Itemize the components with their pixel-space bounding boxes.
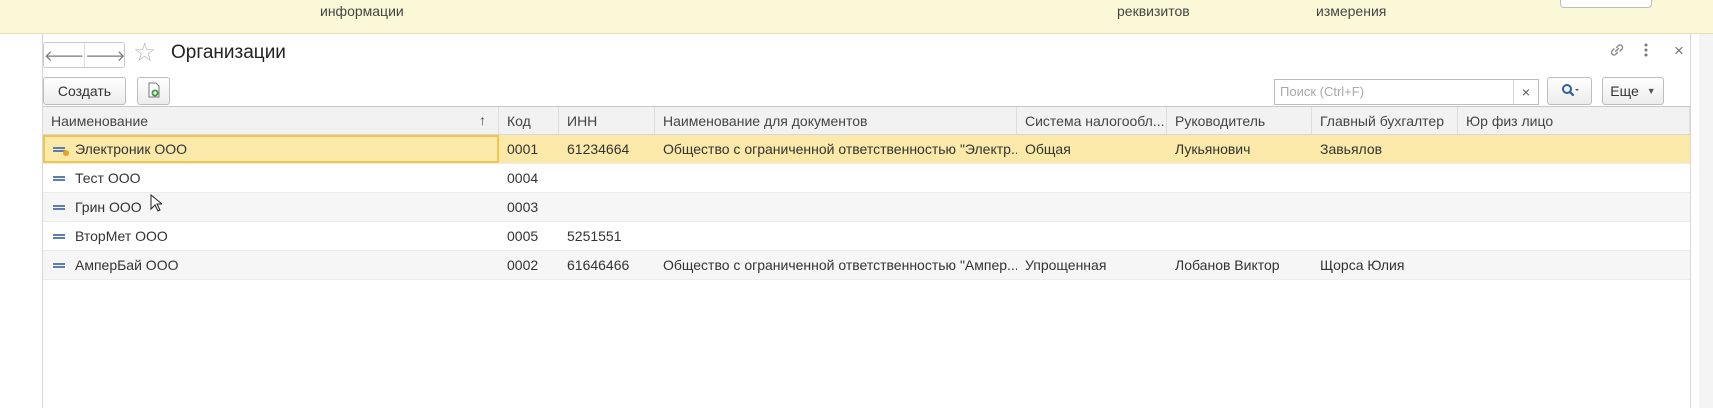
cell-legal-entity[interactable] [1458, 251, 1690, 279]
cell-name[interactable]: Грин ООО [43, 193, 499, 221]
cell-legal-entity[interactable] [1458, 222, 1690, 250]
cell-inn[interactable] [559, 193, 655, 221]
magnifier-icon [1561, 83, 1579, 100]
table-row[interactable]: ВторМет ООО 0005 5251551 [43, 222, 1690, 251]
cell-doc-name[interactable]: Общество с ограниченной ответственностью… [655, 135, 1017, 163]
cell-director[interactable] [1167, 193, 1312, 221]
organizations-window: 🡐 🡒 ☆ Организации × Создать × Еще ▼ [42, 34, 1691, 408]
outer-scrollbar[interactable] [1699, 34, 1713, 408]
more-button[interactable]: Еще ▼ [1602, 77, 1664, 105]
cell-tax-system[interactable] [1017, 222, 1167, 250]
star-icon[interactable]: ☆ [133, 39, 156, 65]
catalog-item-icon [53, 204, 65, 210]
cell-chief-accountant[interactable]: Завьялов [1312, 135, 1458, 163]
cell-doc-name[interactable] [655, 193, 1017, 221]
arrow-left-icon: 🡐 [44, 47, 85, 65]
cell-code[interactable]: 0003 [499, 193, 559, 221]
column-header-label: Наименование [51, 112, 149, 129]
cell-legal-entity[interactable] [1458, 164, 1690, 192]
cell-director[interactable]: Лобанов Виктор [1167, 251, 1312, 279]
cell-inn[interactable]: 61234664 [559, 135, 655, 163]
cell-legal-entity[interactable] [1458, 193, 1690, 221]
cell-name[interactable]: ВторМет ООО [43, 222, 499, 250]
back-button[interactable]: 🡐 [44, 43, 84, 67]
cell-doc-name[interactable] [655, 222, 1017, 250]
cell-doc-name[interactable]: Общество с ограниченной ответственностью… [655, 251, 1017, 279]
cell-code[interactable]: 0004 [499, 164, 559, 192]
create-group-button[interactable] [137, 77, 170, 105]
cell-director[interactable] [1167, 222, 1312, 250]
top-panel-label-requisites[interactable]: реквизитов [1117, 3, 1190, 19]
history-nav: 🡐 🡒 [43, 42, 125, 68]
cell-name-text: Грин ООО [75, 199, 142, 215]
cell-inn[interactable]: 5251551 [559, 222, 655, 250]
column-header-tax-system[interactable]: Система налогообл... [1017, 107, 1167, 134]
column-header-director[interactable]: Руководитель [1167, 107, 1312, 134]
column-header-legal-entity[interactable]: Юр физ лицо [1458, 107, 1690, 134]
cell-name[interactable]: Тест ООО [43, 164, 499, 192]
cell-name[interactable]: Электроник ООО [43, 135, 499, 163]
column-header-chief-accountant[interactable]: Главный бухгалтер [1312, 107, 1458, 134]
search-clear-button[interactable]: × [1513, 80, 1538, 104]
page-title: Организации [171, 42, 286, 63]
chevron-down-icon: ▼ [1646, 86, 1656, 96]
cell-tax-system[interactable] [1017, 164, 1167, 192]
cell-name-text: Электроник ООО [75, 141, 188, 157]
catalog-item-icon [53, 175, 65, 181]
column-header-name[interactable]: Наименование ↑ [43, 107, 499, 134]
top-panel-label-units[interactable]: измерения [1316, 3, 1386, 19]
table-row[interactable]: Грин ООО 0003 [43, 193, 1690, 222]
column-header-inn[interactable]: ИНН [559, 107, 655, 134]
cell-tax-system[interactable]: Общая [1017, 135, 1167, 163]
cell-doc-name[interactable] [655, 164, 1017, 192]
create-button[interactable]: Создать [43, 77, 126, 105]
cell-chief-accountant[interactable]: Щорса Юлия [1312, 251, 1458, 279]
cell-name[interactable]: АмперБай ООО [43, 251, 499, 279]
cell-director[interactable]: Лукьянович [1167, 135, 1312, 163]
arrow-right-icon: 🡒 [85, 47, 126, 65]
cell-code[interactable]: 0002 [499, 251, 559, 279]
add-group-icon [147, 82, 161, 101]
kebab-menu-icon[interactable] [1643, 42, 1649, 63]
cell-name-text: АмперБай ООО [75, 257, 179, 273]
table-row[interactable]: Тест ООО 0004 [43, 164, 1690, 193]
cell-chief-accountant[interactable] [1312, 164, 1458, 192]
search-input[interactable] [1275, 80, 1515, 102]
cell-name-text: ВторМет ООО [75, 228, 168, 244]
close-icon[interactable]: × [1674, 41, 1684, 61]
create-button-label: Создать [57, 83, 112, 99]
mouse-cursor-icon [150, 194, 162, 212]
sort-ascending-icon: ↑ [479, 112, 486, 128]
table-header: Наименование ↑ Код ИНН Наименование для … [43, 107, 1690, 135]
cell-chief-accountant[interactable] [1312, 193, 1458, 221]
cell-legal-entity[interactable] [1458, 135, 1690, 163]
cell-code[interactable]: 0005 [499, 222, 559, 250]
cell-inn[interactable]: 61646466 [559, 251, 655, 279]
cell-chief-accountant[interactable] [1312, 222, 1458, 250]
forward-button[interactable]: 🡒 [84, 43, 125, 67]
link-icon[interactable] [1609, 42, 1625, 63]
organizations-table: Наименование ↑ Код ИНН Наименование для … [43, 106, 1690, 409]
search-field: × [1274, 79, 1539, 105]
more-button-label: Еще [1610, 83, 1639, 99]
cell-tax-system[interactable]: Упрощенная [1017, 251, 1167, 279]
top-panel-button[interactable] [1560, 0, 1652, 8]
catalog-item-icon [53, 262, 65, 268]
catalog-item-edit-icon [53, 146, 69, 156]
column-header-code[interactable]: Код [499, 107, 559, 134]
cell-inn[interactable] [559, 164, 655, 192]
column-header-doc-name[interactable]: Наименование для документов [655, 107, 1017, 134]
top-panel: информации реквизитов измерения [0, 0, 1713, 34]
catalog-item-icon [53, 233, 65, 239]
table-row[interactable]: Электроник ООО 0001 61234664 Общество с … [43, 135, 1690, 164]
cell-director[interactable] [1167, 164, 1312, 192]
cell-code[interactable]: 0001 [499, 135, 559, 163]
search-button[interactable] [1547, 77, 1592, 105]
top-panel-label-info[interactable]: информации [320, 3, 404, 19]
cell-tax-system[interactable] [1017, 193, 1167, 221]
table-row[interactable]: АмперБай ООО 0002 61646466 Общество с ог… [43, 251, 1690, 280]
cell-name-text: Тест ООО [75, 170, 141, 186]
